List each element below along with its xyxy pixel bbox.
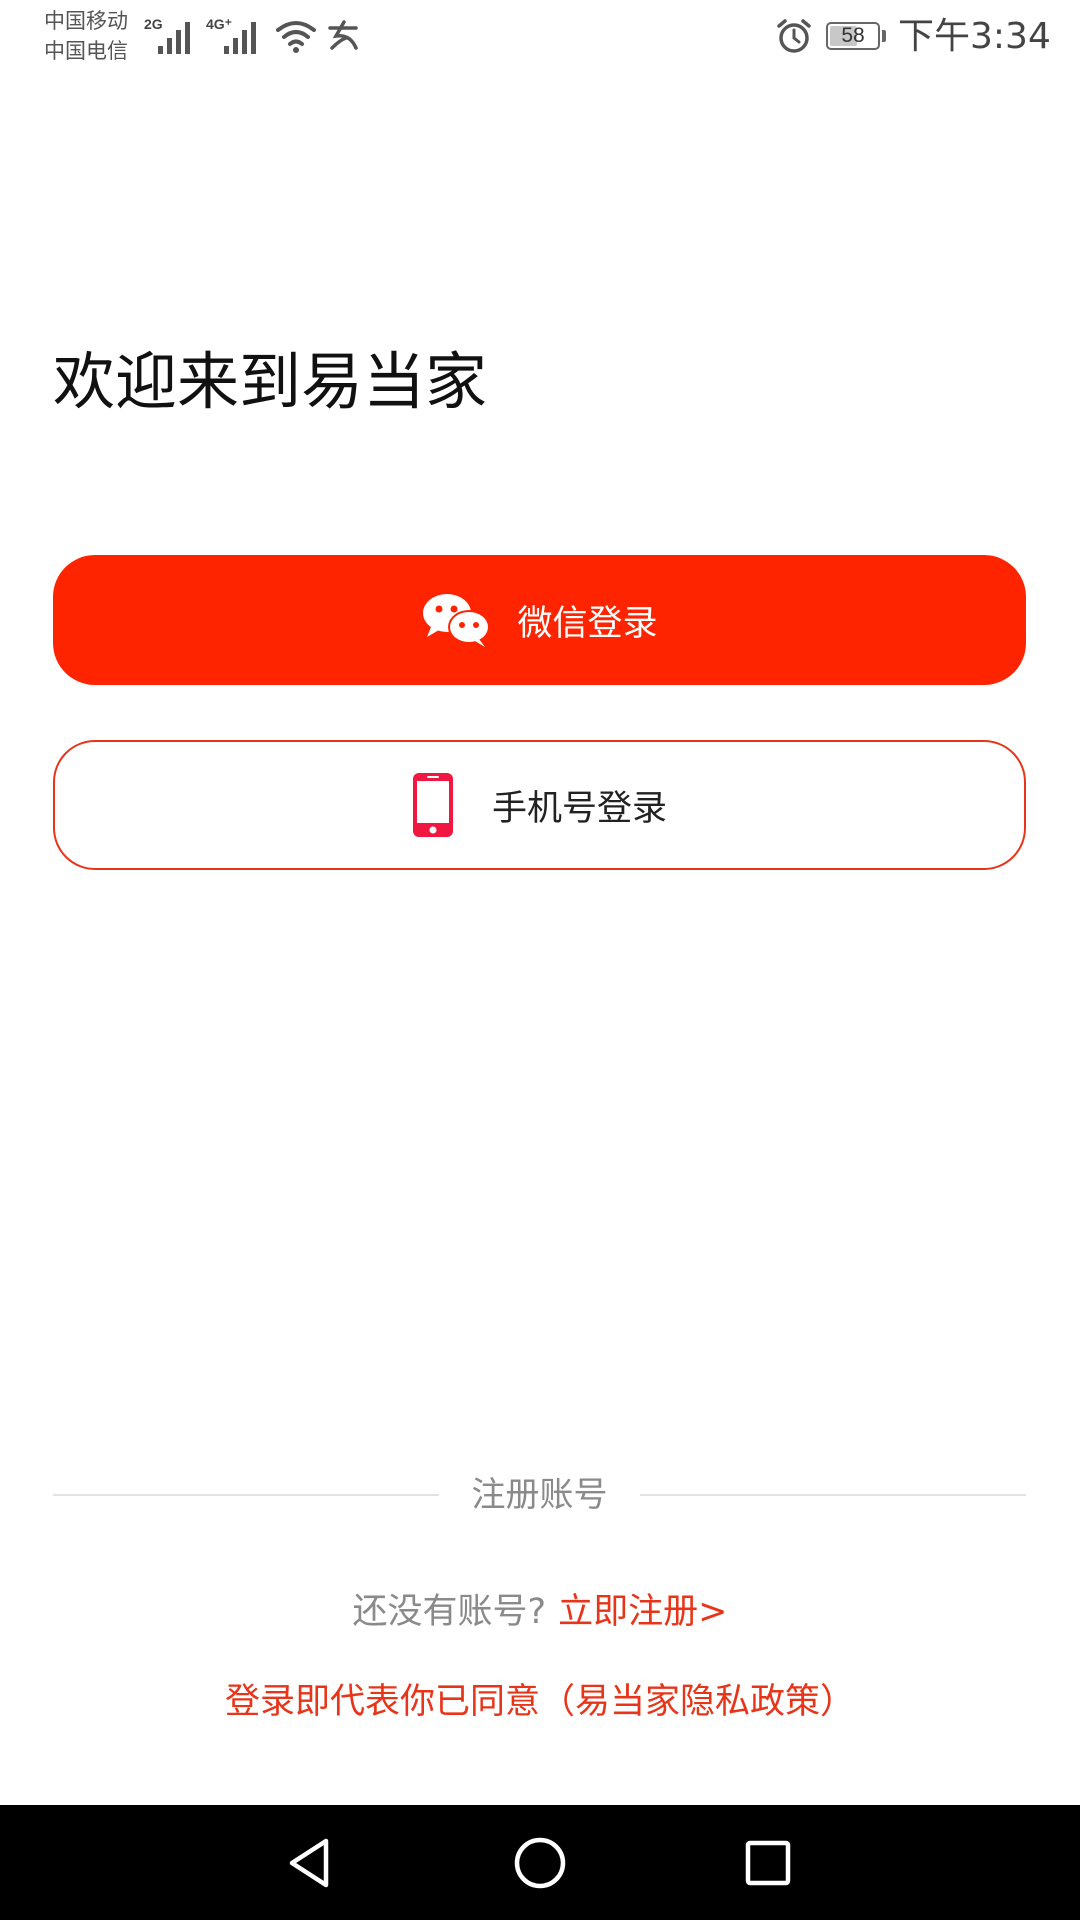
no-account-text: 还没有账号? <box>352 1592 547 1632</box>
signal-icon <box>224 22 256 54</box>
battery-icon: 58 <box>826 22 880 50</box>
wechat-login-label: 微信登录 <box>517 603 658 644</box>
carrier-1: 中国移动 <box>44 9 128 33</box>
battery-tip <box>882 30 886 42</box>
home-icon[interactable] <box>510 1833 570 1893</box>
wechat-icon <box>423 594 491 647</box>
divider-line-right <box>640 1494 1026 1496</box>
wifi-icon <box>276 21 316 53</box>
phone-login-button[interactable]: 手机号登录 <box>53 740 1026 870</box>
recent-apps-icon[interactable] <box>738 1833 798 1893</box>
phone-icon <box>412 773 453 837</box>
status-bar: 中国移动 中国电信 2G 4G⁺ 58 下午3:34 <box>0 0 1080 76</box>
navigation-bar <box>0 1805 1080 1920</box>
privacy-policy-link[interactable]: 登录即代表你已同意（易当家隐私政策） <box>0 1676 1080 1728</box>
page-title: 欢迎来到易当家 <box>53 345 488 418</box>
wechat-login-button[interactable]: 微信登录 <box>53 555 1026 685</box>
clock: 下午3:34 <box>898 16 1051 57</box>
back-icon[interactable] <box>280 1833 340 1893</box>
carrier-2: 中国电信 <box>44 39 128 63</box>
battery-level: 58 <box>841 24 865 47</box>
register-now-link[interactable]: 立即注册> <box>558 1592 727 1632</box>
phone-login-label: 手机号登录 <box>491 788 667 829</box>
no-account-row: 还没有账号? 立即注册> <box>0 1586 1080 1638</box>
alarm-icon <box>777 19 811 53</box>
carrier-info: 中国移动 中国电信 <box>44 6 128 66</box>
register-divider: 注册账号 <box>53 1470 1026 1520</box>
network-speed-icon <box>328 20 358 50</box>
